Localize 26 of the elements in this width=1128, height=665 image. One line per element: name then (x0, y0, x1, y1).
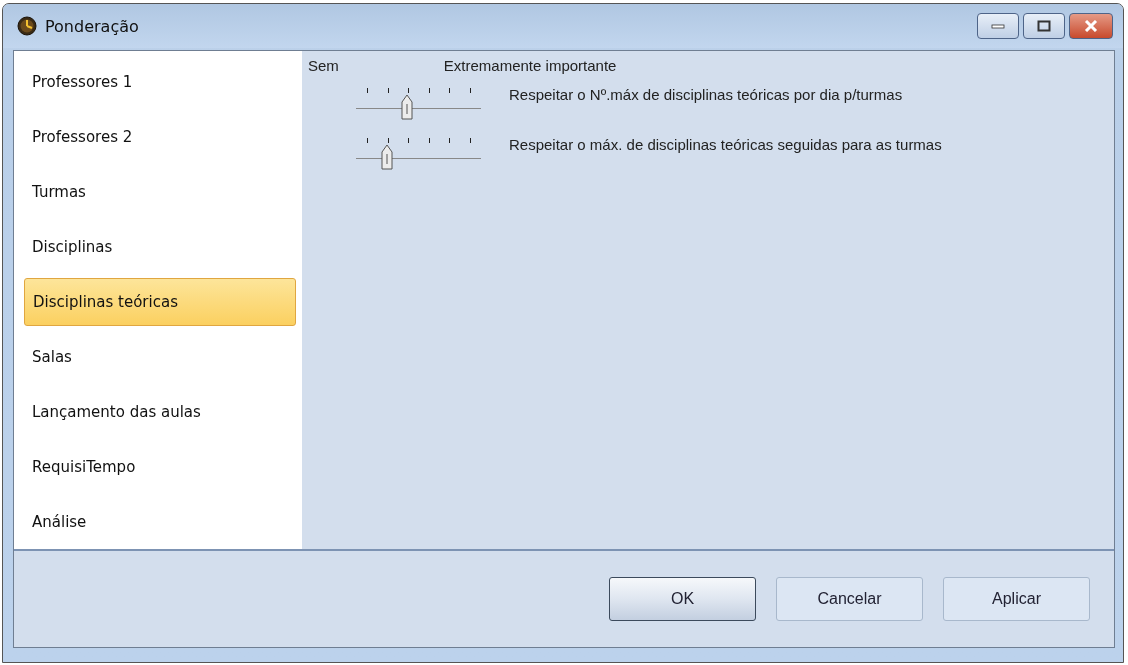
sidebar-item[interactable]: Lançamento das aulas (24, 384, 296, 440)
sidebar-item[interactable]: Disciplinas teóricas (24, 277, 296, 327)
clock-icon (17, 16, 37, 36)
sidebar-item[interactable]: Salas (24, 329, 296, 385)
close-icon (1083, 20, 1099, 32)
dialog-button[interactable]: OK (609, 577, 756, 621)
maximize-button[interactable] (1023, 13, 1065, 39)
minimize-button[interactable] (977, 13, 1019, 39)
sidebar-item[interactable]: Turmas (24, 164, 296, 220)
sidebar-item[interactable]: Disciplinas (24, 219, 296, 275)
close-button[interactable] (1069, 13, 1113, 39)
sidebar-item[interactable]: Professores 2 (24, 109, 296, 165)
criterion-label: Respeitar o máx. de disciplinas teóricas seguidas para as turmas (509, 135, 942, 153)
window-title: Ponderação (45, 16, 139, 36)
sidebar-item[interactable]: Professores 1 (24, 55, 296, 110)
dialog-button[interactable]: Cancelar (776, 577, 923, 621)
minimize-icon (991, 22, 1005, 30)
scale-max-label: Extremamente importante (443, 57, 617, 74)
sidebar-item[interactable]: RequisiTempo (24, 439, 296, 495)
criterion-label: Respeitar o Nº.máx de disciplinas teóricas por dia p/turmas (509, 85, 903, 103)
maximize-icon (1037, 20, 1051, 32)
dialog-button[interactable]: Aplicar (943, 577, 1090, 621)
slider-thumb[interactable] (401, 94, 414, 120)
sidebar-item[interactable]: Análise (24, 494, 296, 550)
slider-thumb[interactable] (380, 144, 393, 170)
scale-min-label: Sem (308, 57, 339, 74)
